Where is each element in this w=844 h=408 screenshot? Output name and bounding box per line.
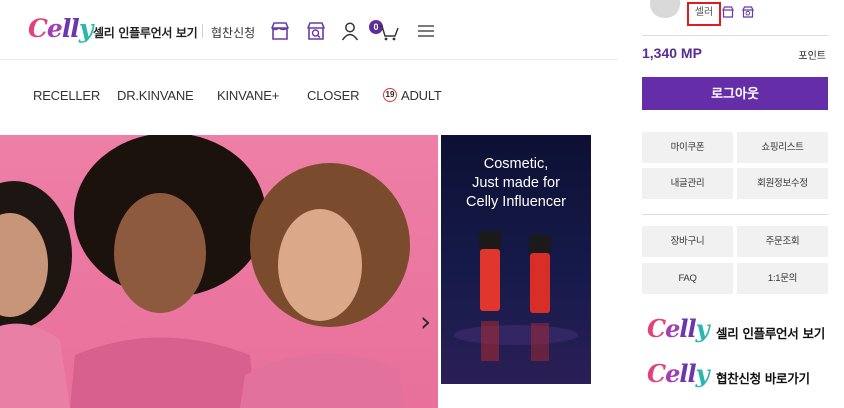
carousel-next-arrow: › (420, 305, 431, 338)
nav-item-kinvaneplus[interactable]: KINVANE+ (217, 88, 279, 103)
influencer-view-link[interactable]: 셀리 인플루언서 보기 (93, 24, 198, 41)
nav-item-drkinvane[interactable]: DR.KINVANE (117, 88, 194, 103)
adult-19-badge: 19 (383, 88, 397, 102)
inquiry-button[interactable]: 1:1문의 (737, 263, 828, 294)
faq-button[interactable]: FAQ (642, 263, 733, 294)
store-icon[interactable] (721, 5, 735, 19)
influencer-view-promo-link[interactable]: 셀리 인플루언서 보기 (716, 323, 825, 342)
drawer-divider (642, 35, 828, 36)
store-search-icon[interactable] (305, 20, 327, 42)
store-search-icon[interactable] (741, 5, 755, 19)
nav-item-closer[interactable]: CLOSER (307, 88, 359, 103)
lipstick-product-illustration (454, 231, 578, 361)
promo-logo-influencer[interactable]: Celly (647, 314, 710, 343)
logout-button[interactable]: 로그아웃 (642, 77, 828, 110)
hero-models-illustration: › (0, 135, 431, 408)
menu-icon[interactable] (415, 20, 437, 42)
points-label[interactable]: 포인트 (798, 47, 826, 62)
sponsor-apply-promo-link[interactable]: 협찬신청 바로가기 (716, 368, 810, 387)
order-lookup-button[interactable]: 주문조회 (737, 226, 828, 257)
user-level-tag[interactable]: 셀러 (687, 2, 721, 26)
points-value: 1,340 MP (642, 45, 702, 61)
hero-banner-image[interactable]: › (0, 135, 438, 408)
my-posts-button[interactable]: 내글관리 (642, 168, 733, 199)
header-divider (202, 24, 203, 38)
cart-icon[interactable] (377, 20, 399, 42)
shopping-list-button[interactable]: 쇼핑리스트 (737, 132, 828, 163)
drawer-divider (642, 214, 828, 215)
celly-logo[interactable]: Celly (28, 14, 93, 43)
my-coupon-button[interactable]: 마이쿠폰 (642, 132, 733, 163)
nav-item-receller[interactable]: RECELLER (33, 88, 100, 103)
user-icon[interactable] (339, 20, 361, 42)
promo-logo-sponsor[interactable]: Celly (647, 359, 710, 388)
top-header: Celly 셀리 인플루언서 보기 협찬신청 0 (0, 0, 618, 60)
nav-item-adult[interactable]: ADULT (401, 88, 442, 103)
sponsor-apply-link[interactable]: 협찬신청 (211, 24, 255, 41)
store-icon[interactable] (269, 20, 291, 42)
edit-profile-button[interactable]: 회원정보수정 (737, 168, 828, 199)
cart-button[interactable]: 장바구니 (642, 226, 733, 257)
side-banner-cosmetic[interactable]: Cosmetic, Just made for Celly Influencer (441, 135, 591, 384)
